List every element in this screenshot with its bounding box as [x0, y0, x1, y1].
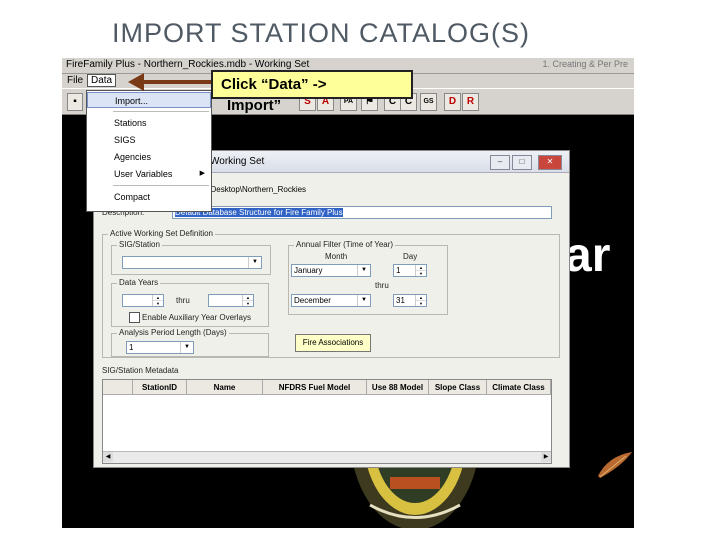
minimize-icon[interactable]: –: [490, 155, 510, 170]
maximize-icon[interactable]: □: [512, 155, 532, 170]
analysis-period-group: Analysis Period Length (Days) 1 ▼: [111, 328, 269, 357]
annual-filter-label: Annual Filter (Time of Year): [294, 240, 396, 249]
analysis-period-value: 1: [129, 343, 134, 352]
menu-item-agencies[interactable]: Agencies: [87, 149, 211, 165]
metadata-label: SIG/Station Metadata: [102, 366, 179, 375]
callout-arrow-icon: [128, 73, 214, 91]
column-header-climate-class[interactable]: Climate Class: [487, 380, 551, 395]
chevron-down-icon: ▼: [357, 295, 370, 306]
analysis-period-label: Analysis Period Length (Days): [117, 328, 229, 337]
active-working-set-group: Active Working Set Definition SIG/Statio…: [102, 229, 560, 358]
column-header-fuel-model[interactable]: NFDRS Fuel Model: [263, 380, 367, 395]
spinner-icon[interactable]: ▲ ▼: [415, 295, 426, 306]
close-icon[interactable]: ✕: [538, 155, 562, 170]
station-metadata-grid[interactable]: StationID Name NFDRS Fuel Model Use 88 M…: [102, 379, 552, 464]
spinner-icon[interactable]: ▲ ▼: [242, 295, 253, 306]
start-day-value: 1: [396, 266, 401, 275]
menu-item-compact[interactable]: Compact: [87, 189, 211, 205]
start-month-value: January: [294, 266, 323, 275]
end-year-field[interactable]: ▲ ▼: [208, 294, 254, 307]
chevron-down-icon: ▼: [357, 265, 370, 276]
chevron-down-icon: ▼: [248, 257, 261, 268]
aux-overlay-checkbox[interactable]: [129, 312, 140, 323]
active-working-set-label: Active Working Set Definition: [108, 229, 216, 238]
annual-filter-group: Annual Filter (Time of Year) Month Day J…: [288, 240, 448, 315]
start-month-select[interactable]: January ▼: [291, 264, 371, 277]
end-month-value: December: [294, 296, 331, 305]
column-header-slope-class[interactable]: Slope Class: [429, 380, 487, 395]
scroll-right-icon[interactable]: ▶: [541, 452, 551, 462]
end-day-value: 31: [396, 296, 405, 305]
menu-data[interactable]: Data: [87, 74, 117, 87]
end-day-field[interactable]: 31 ▲ ▼: [393, 294, 427, 307]
month-label: Month: [325, 252, 348, 261]
menu-item-user-variables[interactable]: User Variables ▶: [87, 166, 211, 182]
menu-item-user-variables-label: User Variables: [114, 169, 173, 179]
thru-label: thru: [176, 296, 190, 305]
background-window-label: 1. Creating & Per Pre: [542, 59, 628, 69]
column-header-stationid[interactable]: StationID: [133, 380, 187, 395]
slide-title: IMPORT STATION CATALOG(S): [112, 18, 531, 48]
start-day-field[interactable]: 1 ▲ ▼: [393, 264, 427, 277]
menu-item-stations[interactable]: Stations: [87, 115, 211, 131]
scroll-left-icon[interactable]: ◀: [103, 452, 113, 462]
data-dropdown-menu: Import... Stations SIGS Agencies User Va…: [86, 90, 212, 212]
menu-separator: [113, 185, 209, 186]
chevron-down-icon: ▼: [180, 342, 193, 353]
menu-separator: [113, 111, 209, 112]
save-icon[interactable]: ▪: [67, 93, 83, 111]
quill-icon: [598, 452, 632, 478]
sig-station-select[interactable]: ▼: [122, 256, 262, 269]
data-years-group: Data Years ▲ ▼ thru ▲ ▼ Enable Auxiliary Y…: [111, 278, 269, 327]
dialog-title: Working Set: [210, 156, 265, 167]
chevron-right-icon: ▶: [199, 170, 205, 177]
callout-text-line2: Import”: [227, 97, 282, 114]
app-title: FireFamily Plus - Northern_Rockies.mdb -…: [66, 59, 310, 70]
toolbar-btn-d[interactable]: D: [444, 93, 461, 111]
day-label: Day: [403, 252, 418, 261]
menu-item-import[interactable]: Import...: [87, 92, 211, 108]
callout-text-line1: Click “Data” ->: [221, 76, 327, 93]
start-year-field[interactable]: ▲ ▼: [122, 294, 164, 307]
menu-item-sigs[interactable]: SIGS: [87, 132, 211, 148]
grid-corner: [103, 380, 133, 395]
end-month-select[interactable]: December ▼: [291, 294, 371, 307]
sig-station-label: SIG/Station: [117, 240, 162, 249]
logo-text: ar: [565, 229, 611, 282]
instruction-callout: Click “Data” ->: [211, 70, 413, 99]
description-field[interactable]: Default Database Structure for Fire Fami…: [172, 206, 552, 219]
spinner-icon[interactable]: ▲ ▼: [415, 265, 426, 276]
toolbar-btn-r[interactable]: R: [462, 93, 479, 111]
aux-overlay-label: Enable Auxiliary Year Overlays: [142, 313, 251, 322]
thru-label-2: thru: [375, 281, 389, 290]
spinner-icon[interactable]: ▲ ▼: [152, 295, 163, 306]
column-header-name[interactable]: Name: [187, 380, 263, 395]
data-years-label: Data Years: [117, 278, 161, 287]
horizontal-scrollbar[interactable]: ◀ ▶: [103, 451, 551, 463]
column-header-use-88[interactable]: Use 88 Model: [367, 380, 429, 395]
analysis-period-select[interactable]: 1 ▼: [126, 341, 194, 354]
sig-station-group: SIG/Station ▼: [111, 240, 271, 275]
menu-file[interactable]: File: [64, 75, 86, 86]
fire-associations-button[interactable]: Fire Associations: [295, 334, 371, 352]
toolbar-btn-gs[interactable]: GS: [420, 93, 437, 111]
